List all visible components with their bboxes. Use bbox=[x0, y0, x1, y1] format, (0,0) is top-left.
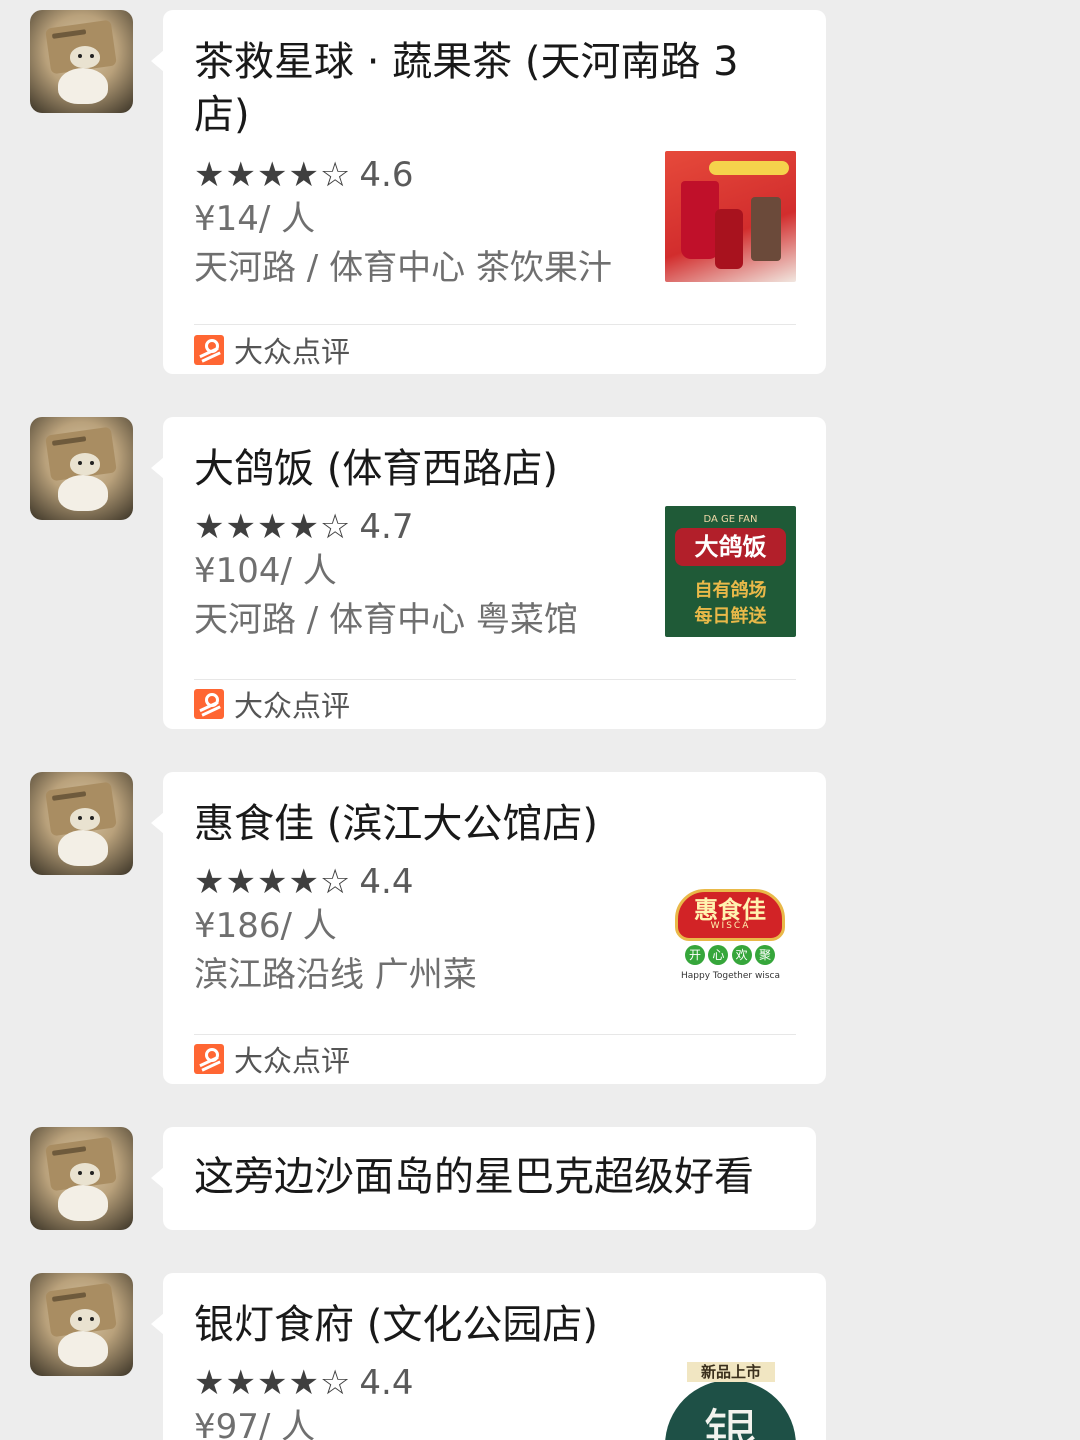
brand-name: 惠食佳 bbox=[675, 889, 785, 941]
avatar-plush-face bbox=[70, 1163, 100, 1185]
brand-name: 大鸽饭 bbox=[675, 528, 786, 566]
restaurant-name: 茶救星球 · 蔬果茶 (天河南路 3 店) bbox=[194, 39, 739, 138]
rating-value: 4.6 bbox=[359, 155, 414, 195]
avatar-eye bbox=[90, 1171, 94, 1175]
avatar-eye bbox=[78, 816, 82, 820]
location-category: 天河路 / 体育中心 粤菜馆 bbox=[194, 600, 578, 640]
star-rating-icon: ★★★★☆ bbox=[194, 155, 352, 195]
slogan-dots: 开 心 欢 聚 bbox=[685, 945, 775, 967]
rating-value: 4.4 bbox=[359, 862, 414, 902]
avatar-plush-face bbox=[70, 46, 100, 68]
card-source: 大众点评 bbox=[194, 689, 350, 723]
brand-romanization: DA GE FAN bbox=[703, 514, 758, 525]
restaurant-card[interactable]: 茶救星球 · 蔬果茶 (天河南路 3 店) ★★★★☆ 4.6 ¥14/ 人 天河… bbox=[151, 10, 826, 374]
sender-avatar[interactable] bbox=[30, 772, 133, 875]
brand-slogan: 每日鲜送 bbox=[694, 606, 767, 627]
card-source: 大众点评 bbox=[194, 335, 350, 369]
avatar-eye bbox=[90, 816, 94, 820]
drink-cup bbox=[681, 181, 719, 259]
rating-value: 4.4 bbox=[359, 1363, 414, 1403]
slogan-char: 欢 bbox=[731, 945, 752, 965]
dianping-logo-icon bbox=[194, 1044, 224, 1074]
rating-row: ★★★★☆ 4.7 bbox=[194, 507, 634, 547]
source-label: 大众点评 bbox=[234, 1044, 351, 1078]
price-per-person: ¥14/ 人 bbox=[194, 199, 316, 239]
price-per-person: ¥104/ 人 bbox=[194, 551, 337, 591]
text-message-bubble[interactable]: 这旁边沙面岛的星巴克超级好看 bbox=[151, 1127, 816, 1230]
source-label: 大众点评 bbox=[234, 689, 351, 723]
restaurant-meta: ★★★★☆ 4.6 ¥14/ 人 天河路 / 体育中心 茶饮果汁 bbox=[194, 155, 634, 293]
restaurant-meta: ★★★★☆ 4.7 ¥104/ 人 天河路 / 体育中心 粤菜馆 bbox=[194, 507, 634, 645]
price-per-person: ¥97/ 人 bbox=[194, 1407, 316, 1440]
brand-tagline: Happy Together wisca bbox=[681, 971, 780, 981]
restaurant-card[interactable]: 惠食佳 (滨江大公馆店) ★★★★☆ 4.4 ¥186/ 人 滨江路沿线 广州菜 … bbox=[151, 772, 826, 1084]
rating-row: ★★★★☆ 4.6 bbox=[194, 155, 634, 195]
avatar-plush-face bbox=[70, 808, 100, 830]
restaurant-meta: ★★★★☆ 4.4 ¥97/ 人 bbox=[194, 1363, 634, 1440]
avatar-plush-body bbox=[58, 1185, 108, 1221]
card-divider bbox=[194, 1034, 796, 1035]
star-rating-icon: ★★★★☆ bbox=[194, 1363, 352, 1403]
avatar-plush-face bbox=[70, 1309, 100, 1331]
location-category: 天河路 / 体育中心 茶饮果汁 bbox=[194, 248, 612, 288]
avatar-plush-body bbox=[58, 68, 108, 104]
restaurant-thumbnail[interactable]: 银 新品上市 bbox=[665, 1362, 796, 1440]
slogan-char: 开 bbox=[685, 945, 705, 965]
restaurant-card[interactable]: 大鸽饭 (体育西路店) ★★★★☆ 4.7 ¥104/ 人 天河路 / 体育中心 … bbox=[151, 417, 826, 729]
avatar-plush-face bbox=[70, 453, 100, 475]
rating-row: ★★★★☆ 4.4 bbox=[194, 862, 634, 902]
sender-avatar[interactable] bbox=[30, 10, 133, 113]
card-divider bbox=[194, 324, 796, 325]
star-rating-icon: ★★★★☆ bbox=[194, 507, 352, 547]
promo-ribbon bbox=[709, 161, 789, 175]
restaurant-thumbnail[interactable]: DA GE FAN 大鸽饭 自有鸽场 每日鲜送 bbox=[665, 506, 796, 637]
rating-value: 4.7 bbox=[359, 507, 414, 547]
avatar-eye bbox=[90, 461, 94, 465]
avatar-eye bbox=[78, 1317, 82, 1321]
location-category: 滨江路沿线 广州菜 bbox=[194, 955, 477, 995]
dianping-logo-icon bbox=[194, 335, 224, 365]
price-per-person: ¥186/ 人 bbox=[194, 906, 337, 946]
slogan-char: 心 bbox=[708, 945, 729, 965]
source-label: 大众点评 bbox=[234, 335, 351, 369]
card-divider bbox=[194, 679, 796, 680]
avatar-plush-body bbox=[58, 830, 108, 866]
restaurant-name: 银灯食府 (文化公园店) bbox=[194, 1302, 598, 1348]
brand-slogan: 自有鸽场 bbox=[694, 580, 767, 601]
message-text: 这旁边沙面岛的星巴克超级好看 bbox=[194, 1154, 754, 1200]
avatar-plush-body bbox=[58, 475, 108, 511]
drink-cup bbox=[751, 197, 781, 261]
avatar-eye bbox=[78, 1171, 82, 1175]
brand-romanization: WISCA bbox=[710, 921, 751, 931]
card-source: 大众点评 bbox=[194, 1044, 350, 1078]
new-product-tag: 新品上市 bbox=[687, 1362, 775, 1382]
restaurant-thumbnail[interactable]: 惠食佳 WISCA 开 心 欢 聚 Happy Together wisca bbox=[665, 861, 796, 992]
avatar-eye bbox=[90, 1317, 94, 1321]
restaurant-meta: ★★★★☆ 4.4 ¥186/ 人 滨江路沿线 广州菜 bbox=[194, 862, 634, 1000]
avatar-eye bbox=[90, 54, 94, 58]
restaurant-name: 惠食佳 (滨江大公馆店) bbox=[194, 801, 598, 847]
drink-cup bbox=[715, 209, 743, 269]
restaurant-name: 大鸽饭 (体育西路店) bbox=[194, 446, 558, 492]
dianping-logo-icon bbox=[194, 689, 224, 719]
restaurant-card[interactable]: 银灯食府 (文化公园店) ★★★★☆ 4.4 ¥97/ 人 银 新品上市 bbox=[151, 1273, 826, 1440]
brand-logo-circle: 银 bbox=[665, 1380, 796, 1440]
avatar-plush-body bbox=[58, 1331, 108, 1367]
sender-avatar[interactable] bbox=[30, 1273, 133, 1376]
avatar-eye bbox=[78, 461, 82, 465]
sender-avatar[interactable] bbox=[30, 1127, 133, 1230]
sender-avatar[interactable] bbox=[30, 417, 133, 520]
star-rating-icon: ★★★★☆ bbox=[194, 862, 352, 902]
restaurant-thumbnail[interactable] bbox=[665, 151, 796, 282]
rating-row: ★★★★☆ 4.4 bbox=[194, 1363, 634, 1403]
slogan-char: 聚 bbox=[754, 945, 775, 965]
avatar-eye bbox=[78, 54, 82, 58]
